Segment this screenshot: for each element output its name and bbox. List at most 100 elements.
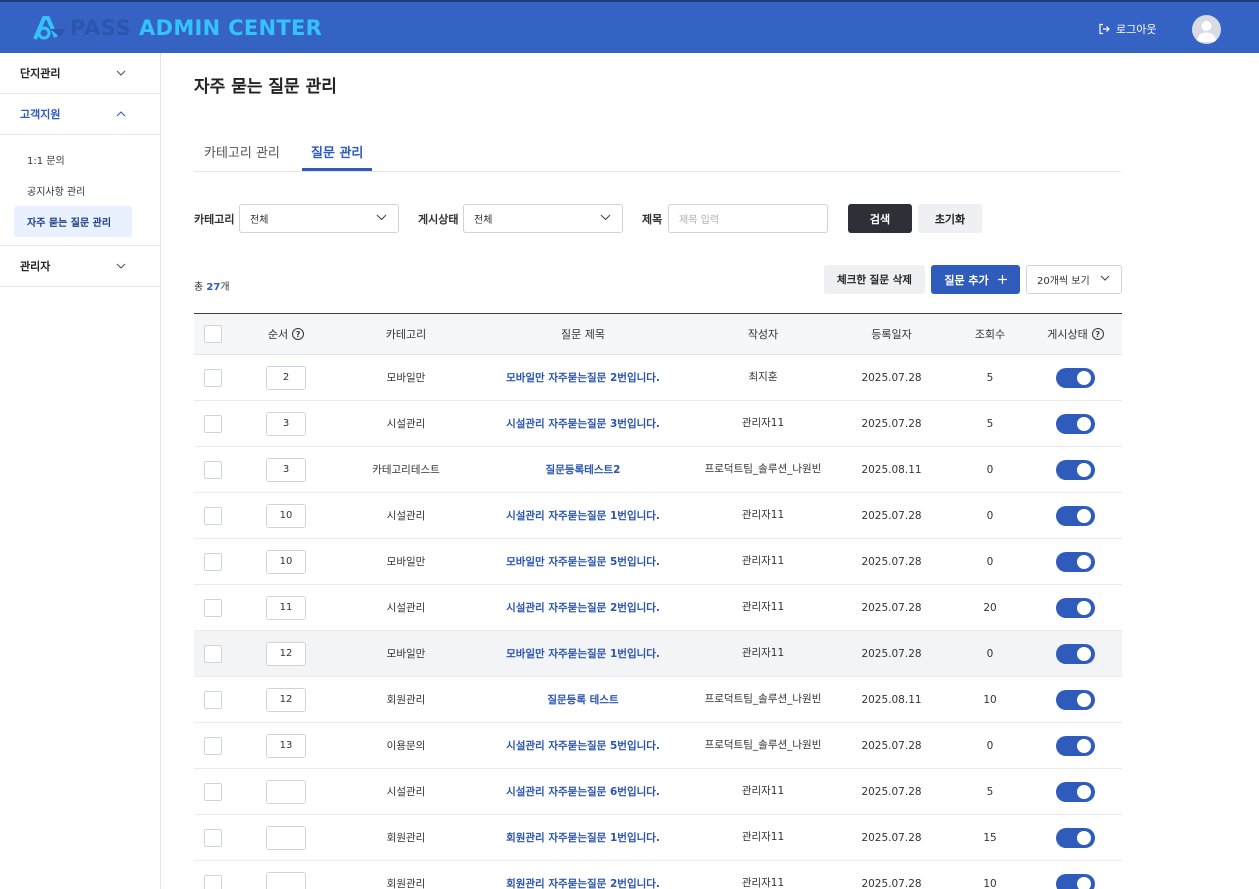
search-button[interactable]: 검색	[848, 204, 912, 233]
tab-category-management[interactable]: 카테고리 관리	[204, 142, 280, 161]
question-title-link[interactable]: 모바일만 자주묻는질문 2번입니다.	[506, 372, 660, 384]
order-input[interactable]: 11	[266, 595, 306, 620]
question-title-link[interactable]: 시설관리 자주묻는질문 1번입니다.	[506, 510, 660, 522]
question-title-link[interactable]: 모바일만 자주묻는질문 5번입니다.	[506, 556, 660, 568]
publish-toggle[interactable]	[1056, 689, 1095, 710]
logout-button[interactable]: 로그아웃	[1098, 21, 1156, 37]
row-checkbox[interactable]	[204, 690, 222, 709]
top-header: PASS ADMIN CENTER 로그아웃	[0, 0, 1259, 53]
question-title-link[interactable]: 시설관리 자주묻는질문 3번입니다.	[506, 418, 660, 430]
publish-toggle[interactable]	[1056, 367, 1095, 388]
table-row: 시설관리 시설관리 자주묻는질문 6번입니다. 관리자11 2025.07.28 5	[194, 769, 1122, 815]
category-select-value: 전체	[250, 215, 269, 226]
question-title-link[interactable]: 시설관리 자주묻는질문 5번입니다.	[506, 740, 660, 752]
table-row: 2 모바일만 모바일만 자주묻는질문 2번입니다. 최지훈 2025.07.28 5	[194, 355, 1122, 401]
publish-toggle[interactable]	[1056, 735, 1095, 756]
row-checkbox[interactable]	[204, 552, 222, 571]
publish-toggle[interactable]	[1056, 459, 1095, 480]
publish-toggle[interactable]	[1056, 505, 1095, 526]
add-question-button[interactable]: 질문 추가	[931, 265, 1020, 294]
chevron-down-icon	[116, 70, 126, 76]
sidebar-subitem-faq[interactable]: 자주 묻는 질문 관리	[14, 206, 132, 237]
order-input[interactable]: 3	[266, 411, 306, 436]
sidebar-item-complex[interactable]: 단지관리	[0, 53, 160, 94]
help-icon[interactable]: ?	[1091, 328, 1104, 340]
question-title-link[interactable]: 회원관리 자주묻는질문 2번입니다.	[506, 878, 660, 889]
order-input[interactable]	[266, 871, 306, 889]
row-category: 회원관리	[386, 694, 426, 706]
page-size-select[interactable]: 20개씩 보기	[1026, 265, 1122, 294]
status-filter-label: 게시상태	[418, 213, 459, 226]
question-title-link[interactable]: 시설관리 자주묻는질문 6번입니다.	[506, 786, 660, 798]
row-checkbox[interactable]	[204, 506, 222, 525]
logout-icon	[1099, 23, 1110, 35]
avatar[interactable]	[1192, 15, 1221, 44]
order-input[interactable]: 12	[266, 641, 306, 666]
row-views: 20	[983, 601, 997, 614]
question-title-link[interactable]: 회원관리 자주묻는질문 1번입니다.	[506, 832, 660, 844]
delete-checked-button[interactable]: 체크한 질문 삭제	[824, 265, 925, 294]
sidebar-subitem-inquiry[interactable]: 1:1 문의	[0, 144, 160, 175]
publish-toggle[interactable]	[1056, 643, 1095, 664]
order-input[interactable]: 3	[266, 457, 306, 482]
select-all-checkbox[interactable]	[204, 325, 222, 343]
order-input[interactable]	[266, 779, 306, 804]
publish-toggle[interactable]	[1056, 551, 1095, 572]
order-input[interactable]: 10	[266, 549, 306, 574]
row-author: 관리자11	[741, 601, 785, 613]
title-search-input[interactable]: 제목 입력	[668, 204, 828, 233]
question-title-link[interactable]: 질문등록테스트2	[546, 464, 621, 476]
publish-toggle[interactable]	[1056, 597, 1095, 618]
help-icon[interactable]: ?	[292, 328, 305, 340]
publish-toggle[interactable]	[1056, 413, 1095, 434]
row-checkbox[interactable]	[204, 368, 222, 387]
table-row: 12 회원관리 질문등록 테스트 프로덕트팀_솔루션_나원빈 2025.08.11 10	[194, 677, 1122, 723]
row-checkbox[interactable]	[204, 736, 222, 755]
sidebar-item-admin[interactable]: 관리자	[0, 246, 160, 287]
row-checkbox[interactable]	[204, 460, 222, 479]
header-date: 등록일자	[871, 328, 912, 341]
publish-toggle[interactable]	[1056, 873, 1095, 889]
publish-toggle[interactable]	[1056, 827, 1095, 848]
order-input[interactable]: 13	[266, 733, 306, 758]
table-row: 12 모바일만 모바일만 자주묻는질문 1번입니다. 관리자11 2025.07.28 0	[194, 631, 1122, 677]
row-author: 프로덕트팀_솔루션_나원빈	[704, 463, 822, 475]
status-select[interactable]: 전체	[463, 204, 623, 233]
row-checkbox[interactable]	[204, 414, 222, 433]
order-input[interactable]: 2	[266, 365, 306, 390]
table-row: 3 카테고리테스트 질문등록테스트2 프로덕트팀_솔루션_나원빈 2025.08.11 0	[194, 447, 1122, 493]
row-checkbox[interactable]	[204, 828, 222, 847]
reset-button[interactable]: 초기화	[918, 204, 982, 233]
add-question-label: 질문 추가	[944, 273, 989, 287]
order-input[interactable]: 12	[266, 687, 306, 712]
header-category: 카테고리	[385, 328, 427, 341]
header-title: 질문 제목	[561, 328, 605, 341]
row-checkbox[interactable]	[204, 782, 222, 801]
row-checkbox[interactable]	[204, 644, 222, 663]
row-category: 이용문의	[386, 740, 426, 752]
row-date: 2025.08.11	[861, 693, 922, 706]
logo-pass-text: PASS	[70, 16, 132, 40]
total-suffix: 개	[220, 282, 230, 293]
row-views: 5	[986, 417, 994, 430]
row-date: 2025.07.28	[861, 555, 922, 568]
question-title-link[interactable]: 시설관리 자주묻는질문 2번입니다.	[506, 602, 660, 614]
question-title-link[interactable]: 모바일만 자주묻는질문 1번입니다.	[506, 648, 660, 660]
total-count: 총 27개	[194, 278, 230, 293]
publish-toggle[interactable]	[1056, 781, 1095, 802]
logo[interactable]: PASS ADMIN CENTER	[32, 15, 322, 41]
row-views: 0	[986, 463, 994, 476]
sidebar-item-customer-support[interactable]: 고객지원	[0, 94, 160, 135]
row-author: 프로덕트팀_솔루션_나원빈	[704, 693, 822, 705]
sidebar-subitem-notice[interactable]: 공지사항 관리	[0, 175, 160, 206]
order-input[interactable]	[266, 825, 306, 850]
row-checkbox[interactable]	[204, 874, 222, 889]
category-select[interactable]: 전체	[239, 204, 399, 233]
question-title-link[interactable]: 질문등록 테스트	[547, 694, 618, 706]
row-checkbox[interactable]	[204, 598, 222, 617]
order-input[interactable]: 10	[266, 503, 306, 528]
faq-table: 순서? 카테고리 질문 제목 작성자 등록일자 조회수 게시상태? 2 모바일만 모…	[194, 313, 1122, 889]
row-category: 시설관리	[386, 418, 426, 430]
row-category: 회원관리	[386, 832, 426, 844]
tab-question-management[interactable]: 질문 관리	[311, 142, 363, 161]
